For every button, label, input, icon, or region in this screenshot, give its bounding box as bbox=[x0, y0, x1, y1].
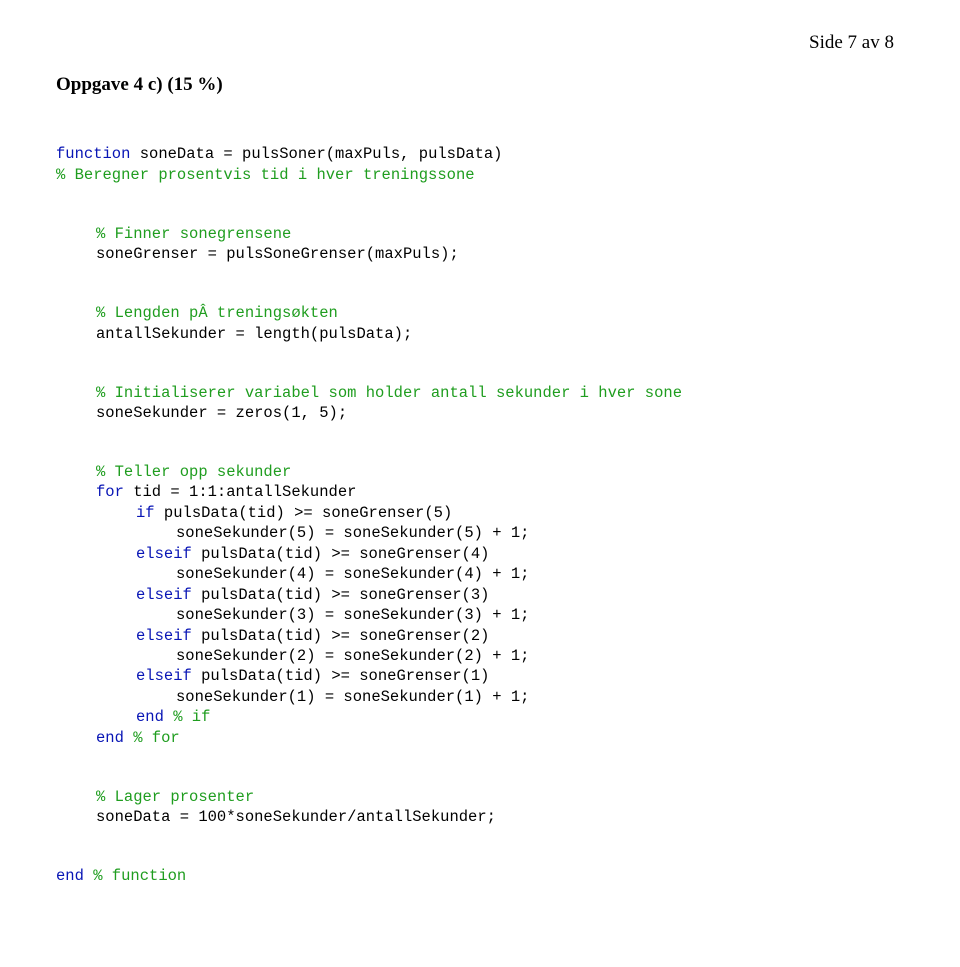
for-head: tid = 1:1:antallSekunder bbox=[124, 483, 357, 501]
kw-if: if bbox=[136, 504, 155, 522]
code-line-grenser: soneGrenser = pulsSoneGrenser(maxPuls); bbox=[96, 245, 459, 263]
function-signature: soneData = pulsSoner(maxPuls, pulsData) bbox=[130, 145, 502, 163]
body-2: soneSekunder(2) = soneSekunder(2) + 1; bbox=[176, 647, 529, 665]
cond-2: pulsData(tid) >= soneGrenser(2) bbox=[192, 627, 490, 645]
cond-4: pulsData(tid) >= soneGrenser(4) bbox=[192, 545, 490, 563]
code-line-result: soneData = 100*soneSekunder/antallSekund… bbox=[96, 808, 496, 826]
code-line-zeros: soneSekunder = zeros(1, 5); bbox=[96, 404, 347, 422]
kw-function: function bbox=[56, 145, 130, 163]
body-1: soneSekunder(1) = soneSekunder(1) + 1; bbox=[176, 688, 529, 706]
body-4: soneSekunder(4) = soneSekunder(4) + 1; bbox=[176, 565, 529, 583]
kw-elseif-3: elseif bbox=[136, 586, 192, 604]
comment-prosenter: % Lager prosenter bbox=[96, 788, 254, 806]
if-cond-5: pulsData(tid) >= soneGrenser(5) bbox=[155, 504, 453, 522]
kw-end-if: end bbox=[136, 708, 164, 726]
kw-end-for: end bbox=[96, 729, 124, 747]
comment-description: % Beregner prosentvis tid i hver trening… bbox=[56, 166, 475, 184]
comment-end-if: % if bbox=[164, 708, 211, 726]
comment-teller: % Teller opp sekunder bbox=[96, 463, 291, 481]
section-heading: Oppgave 4 c) (15 %) bbox=[56, 74, 904, 96]
page-number: Side 7 av 8 bbox=[56, 32, 904, 54]
kw-elseif-2: elseif bbox=[136, 627, 192, 645]
code-line-antall: antallSekunder = length(pulsData); bbox=[96, 325, 412, 343]
page-content: Side 7 av 8 Oppgave 4 c) (15 %) function… bbox=[0, 0, 960, 967]
comment-init: % Initialiserer variabel som holder anta… bbox=[96, 384, 682, 402]
cond-1: pulsData(tid) >= soneGrenser(1) bbox=[192, 667, 490, 685]
kw-elseif-1: elseif bbox=[136, 667, 192, 685]
kw-elseif-4: elseif bbox=[136, 545, 192, 563]
comment-end-for: % for bbox=[124, 729, 180, 747]
code-block: function soneData = pulsSoner(maxPuls, p… bbox=[56, 124, 904, 927]
comment-lengde: % Lengden pÂ treningsøkten bbox=[96, 304, 338, 322]
body-5: soneSekunder(5) = soneSekunder(5) + 1; bbox=[176, 524, 529, 542]
kw-end-function: end bbox=[56, 867, 84, 885]
kw-for: for bbox=[96, 483, 124, 501]
cond-3: pulsData(tid) >= soneGrenser(3) bbox=[192, 586, 490, 604]
comment-grenser: % Finner sonegrensene bbox=[96, 225, 291, 243]
body-3: soneSekunder(3) = soneSekunder(3) + 1; bbox=[176, 606, 529, 624]
comment-end-function: % function bbox=[84, 867, 186, 885]
